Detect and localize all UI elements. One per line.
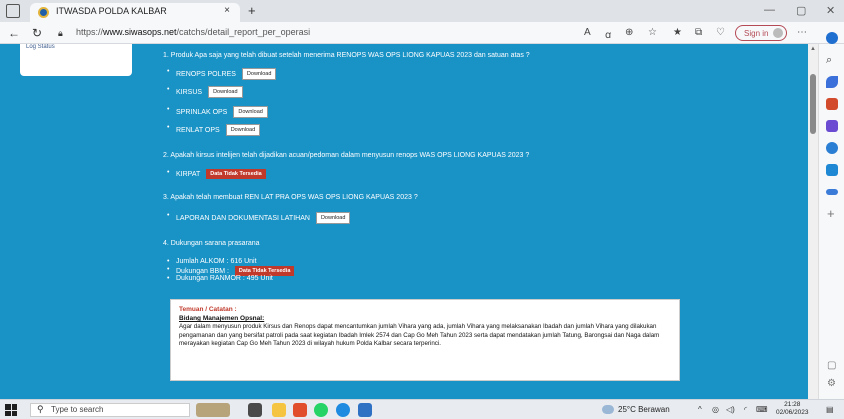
note-title: Temuan / Catatan : — [179, 306, 237, 313]
tab-itwasda[interactable]: ITWASDA POLDA KALBAR × — [30, 3, 240, 22]
tray-chevron-icon[interactable]: ^ — [698, 405, 702, 414]
volume-icon[interactable]: ◁) — [726, 405, 735, 414]
page-scrollbar[interactable]: ▲ — [808, 44, 818, 399]
restore-button[interactable]: ▢ — [796, 4, 806, 17]
shopping-icon[interactable] — [826, 98, 838, 110]
add-sidebar-app-icon[interactable]: + — [827, 206, 835, 221]
download-button[interactable]: Download — [208, 86, 243, 98]
edge-icon[interactable] — [336, 403, 350, 417]
list-item: RENLAT OPSDownload — [167, 124, 261, 136]
minimize-button[interactable]: — — [764, 4, 775, 16]
favorites-icon[interactable]: ★ — [673, 27, 682, 38]
sign-in-button[interactable]: Sign in — [735, 25, 787, 41]
logout-link[interactable]: Log Status — [26, 44, 55, 50]
list-item: RENOPS POLRESDownload — [167, 68, 277, 80]
list-item: KIRSUSDownload — [167, 86, 243, 98]
tab-close-icon[interactable]: × — [224, 5, 230, 16]
download-button[interactable]: Download — [315, 212, 351, 224]
back-icon[interactable]: ← — [8, 26, 20, 40]
sign-in-label: Sign in — [744, 29, 769, 38]
list-item: LAPORAN DAN DOKUMENTASI LATIHANDownload — [167, 212, 351, 224]
tab-bar: ITWASDA POLDA KALBAR × + — ▢ ✕ — [0, 0, 844, 22]
note-heading: Bidang Manajemen Opsnal: — [179, 315, 265, 322]
task-view-icon[interactable] — [248, 403, 262, 417]
list-item: Dukungan RANMOR : 495 Unit — [167, 275, 273, 282]
tab-title: ITWASDA POLDA KALBAR — [56, 6, 167, 16]
drop-icon[interactable] — [826, 189, 838, 195]
cloud-icon — [602, 405, 614, 415]
clock-time: 21:28 — [784, 401, 801, 408]
office-app-icon[interactable] — [293, 403, 307, 417]
page-content: Log Status 1. Produk Apa saja yang telah… — [0, 44, 808, 399]
mail-icon[interactable] — [358, 403, 372, 417]
copilot-icon[interactable] — [826, 32, 838, 44]
list-item: Jumlah ALKOM : 616 Unit — [167, 258, 256, 265]
whatsapp-icon[interactable] — [314, 403, 328, 417]
taskbar: ⚲ Type to search 25°C Berawan ^ ◎ ◁) ◜ ⌨… — [0, 399, 844, 419]
list-item: SPRINLAK OPSDownload — [167, 106, 268, 118]
download-button[interactable]: Download — [225, 124, 261, 136]
window-close-button[interactable]: ✕ — [826, 4, 835, 17]
address-bar: ← ↻ 🔒︎ https://www.siwasops.net/catchs/d… — [0, 22, 844, 44]
settings-icon[interactable]: ⚙ — [827, 378, 836, 389]
more-menu-icon[interactable]: ⋯ — [797, 27, 807, 38]
question-4: 4. Dukungan sarana prasarana — [163, 240, 260, 247]
list-item: KIRPATData Tidak Tersedia — [167, 169, 266, 179]
sidebar-panel: Log Status — [20, 44, 132, 76]
note-body: Agar dalam menyusun produk Kirsus dan Re… — [179, 323, 660, 347]
scroll-thumb[interactable] — [810, 74, 816, 134]
pen-icon[interactable] — [826, 76, 838, 88]
status-badge: Data Tidak Tersedia — [206, 169, 266, 179]
clock-date: 02/06/2023 — [776, 409, 809, 416]
question-2: 2. Apakah kirsus intelijen telah dijadik… — [163, 152, 530, 159]
start-icon[interactable] — [5, 404, 17, 416]
refresh-icon[interactable]: ↻ — [32, 26, 42, 40]
search-placeholder: Type to search — [51, 405, 104, 414]
url-field[interactable]: https://www.siwasops.net/catchs/detail_r… — [76, 27, 310, 37]
clock[interactable]: 21:28 02/06/2023 — [776, 401, 809, 417]
lock-icon[interactable]: 🔒︎ — [58, 28, 63, 39]
browser-essentials-icon[interactable]: ♡ — [716, 27, 725, 38]
wifi-icon[interactable]: ◜ — [744, 405, 747, 414]
keyboard-icon[interactable]: ⌨ — [756, 405, 768, 414]
weather-widget[interactable]: 25°C Berawan — [602, 405, 670, 415]
outlook-icon[interactable] — [826, 164, 838, 176]
office-icon[interactable] — [826, 142, 838, 154]
search-icon[interactable]: ⌕ — [826, 54, 838, 66]
collections-icon[interactable]: ⧉ — [695, 27, 702, 38]
download-button[interactable]: Download — [241, 68, 277, 80]
taskbar-search-input[interactable]: ⚲ Type to search — [30, 403, 190, 417]
weather-text: 25°C Berawan — [618, 405, 670, 414]
notifications-icon[interactable]: ▤ — [826, 405, 834, 414]
scroll-up-icon[interactable]: ▲ — [810, 46, 816, 52]
site-favicon-icon — [38, 7, 49, 18]
network-icon[interactable]: ◎ — [712, 405, 719, 414]
avatar — [773, 28, 783, 38]
tab-actions-icon[interactable] — [6, 4, 20, 18]
download-button[interactable]: Download — [233, 106, 268, 118]
games-icon[interactable] — [826, 120, 838, 132]
question-1: 1. Produk Apa saja yang telah dibuat set… — [163, 52, 530, 59]
favorite-icon[interactable]: ☆ — [648, 27, 657, 38]
read-aloud-icon[interactable]: A — [584, 27, 591, 38]
zoom-icon[interactable]: ⊕ — [625, 27, 633, 38]
findings-note: Temuan / Catatan : Bidang Manajemen Opsn… — [170, 299, 680, 381]
file-explorer-icon[interactable] — [272, 403, 286, 417]
new-tab-button[interactable]: + — [248, 3, 256, 18]
news-widget-icon[interactable] — [196, 403, 230, 417]
edge-sidebar: ⌕ + ▢ ⚙ — [818, 32, 844, 399]
search-icon: ⚲ — [37, 404, 44, 414]
sidebar-panel-icon[interactable]: ▢ — [827, 360, 836, 371]
translate-icon[interactable]: ꭤ — [605, 27, 611, 41]
question-3: 3. Apakah telah membuat REN LAT PRA OPS … — [163, 194, 418, 201]
